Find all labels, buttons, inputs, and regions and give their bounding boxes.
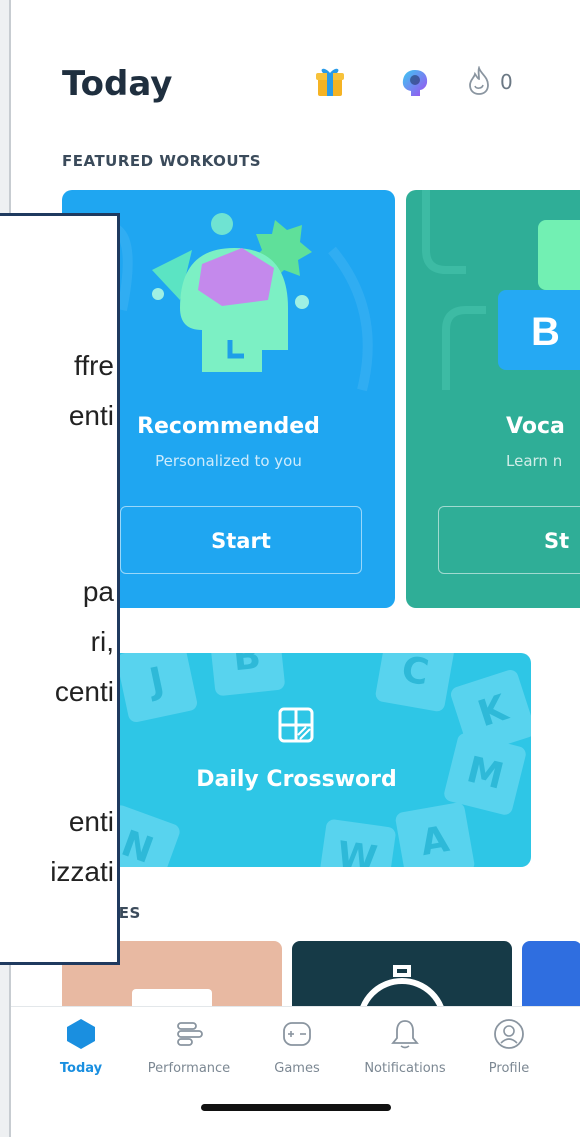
- overlay-line: centi: [54, 676, 114, 707]
- tab-performance[interactable]: Performance: [139, 1017, 239, 1076]
- overlay-line: enti: [68, 806, 114, 837]
- bars-icon: [177, 1022, 203, 1046]
- overlay-line: pa: [82, 576, 114, 607]
- recommended-start-button[interactable]: Start: [120, 506, 362, 574]
- daily-crossword-label: Daily Crossword: [196, 767, 397, 792]
- brain-icon[interactable]: [400, 68, 430, 98]
- vocabulary-start-button[interactable]: St: [438, 506, 580, 574]
- vocabulary-title: Voca: [506, 414, 565, 439]
- crossword-grid-icon: [278, 707, 314, 743]
- svg-text:B: B: [531, 310, 560, 354]
- overlay-line: enti: [68, 400, 114, 431]
- hexagon-icon: [67, 1019, 95, 1049]
- home-indicator[interactable]: [201, 1104, 391, 1111]
- overlay-line: izzati: [50, 856, 114, 887]
- overlay-text-box: ffre enti pa ri, centi enti izzati: [0, 213, 120, 965]
- bell-icon: [391, 1020, 419, 1049]
- page-title: Today: [62, 64, 173, 104]
- card-vocabulary[interactable]: B Voca Learn n St: [406, 190, 580, 608]
- section-featured-workouts: FEATURED WORKOUTS: [62, 152, 262, 170]
- letter-tile: A: [394, 801, 476, 867]
- tab-today[interactable]: Today: [31, 1017, 131, 1076]
- tab-notifications-label: Notifications: [364, 1061, 446, 1076]
- gift-icon[interactable]: [316, 66, 344, 98]
- tab-games-label: Games: [274, 1061, 320, 1076]
- gamepad-icon: [283, 1022, 311, 1046]
- overlay-line: ri,: [90, 626, 114, 657]
- letter-tile: C: [374, 653, 456, 713]
- daily-crossword-card[interactable]: J C K M A B N W Daily Crossword: [62, 653, 531, 867]
- tab-profile-label: Profile: [488, 1061, 530, 1076]
- flame-icon[interactable]: [466, 66, 492, 96]
- letter-tile: J: [115, 653, 199, 724]
- streak-count: 0: [500, 70, 513, 94]
- letter-tile: B: [208, 653, 286, 697]
- tab-profile[interactable]: Profile: [459, 1017, 559, 1076]
- letter-tile: W: [317, 818, 397, 867]
- profile-icon: [494, 1019, 524, 1049]
- overlay-line: ffre: [74, 350, 114, 381]
- vocabulary-subtitle: Learn n: [506, 452, 563, 470]
- tab-games[interactable]: Games: [247, 1017, 347, 1076]
- tab-performance-label: Performance: [147, 1061, 231, 1076]
- tab-bar: Today Performance Games Notifications Pr…: [11, 1006, 580, 1138]
- tab-notifications[interactable]: Notifications: [355, 1017, 455, 1076]
- tab-today-label: Today: [59, 1061, 103, 1076]
